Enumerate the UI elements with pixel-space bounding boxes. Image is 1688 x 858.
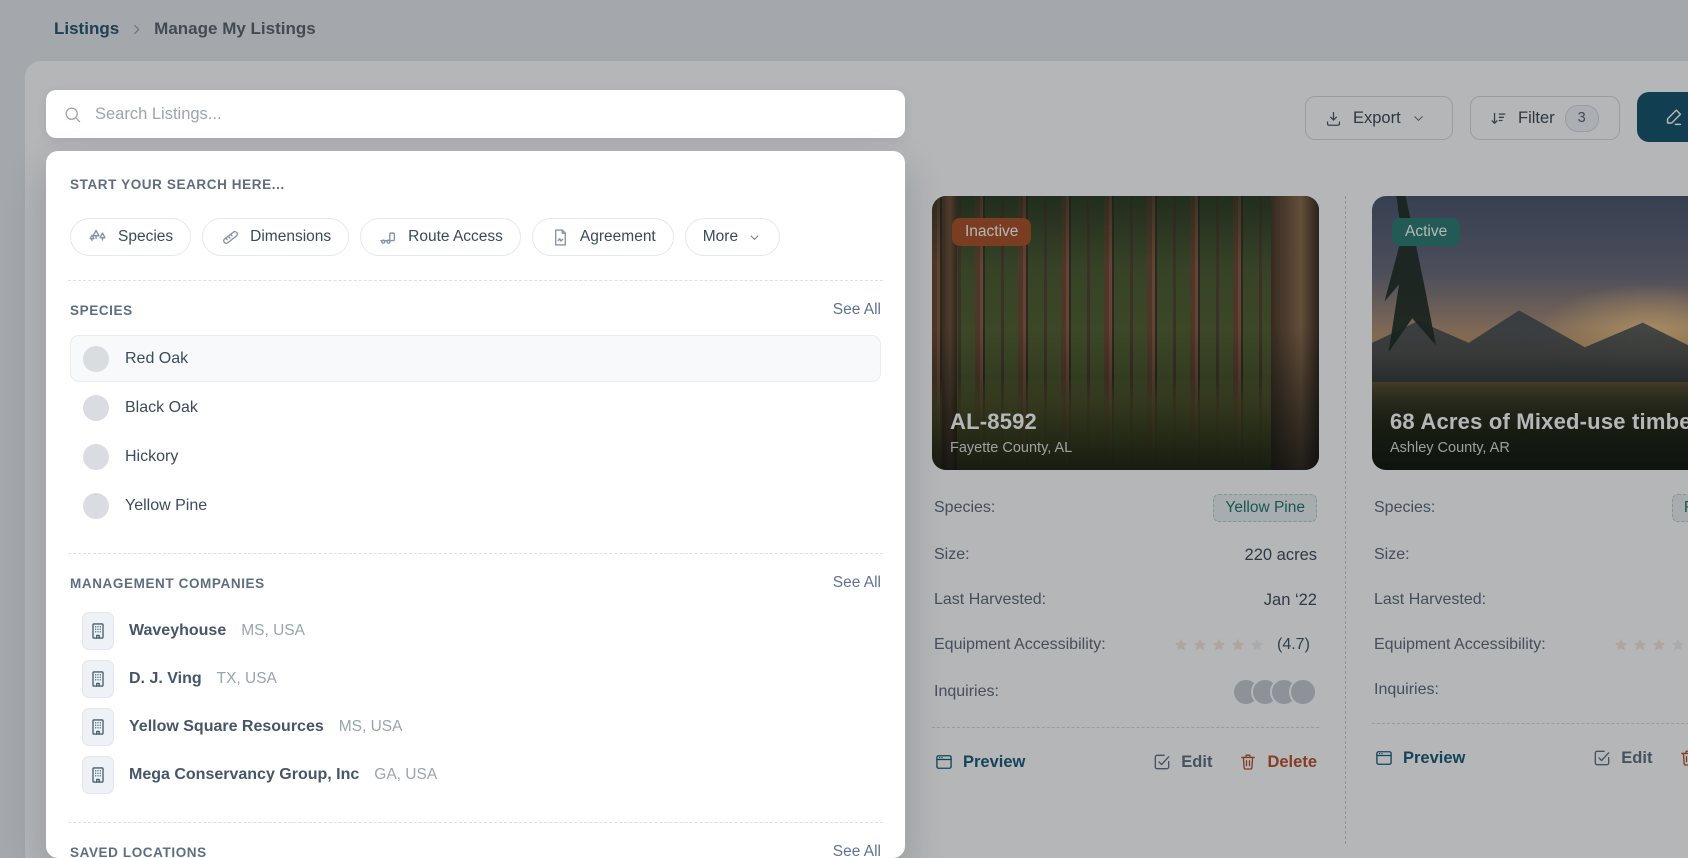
search-bar <box>46 90 905 138</box>
species-label: Yellow Pine <box>125 497 207 515</box>
truck-icon <box>378 227 399 248</box>
filter-chips-row: Species Dimensions Route Access Agreement Mo… <box>70 218 881 256</box>
company-avatar <box>82 612 114 650</box>
ruler-icon <box>220 227 241 248</box>
see-all-link[interactable]: See All <box>833 843 881 858</box>
company-name: Waveyhouse <box>129 622 226 640</box>
chip-label: Agreement <box>580 228 656 246</box>
document-icon <box>550 227 571 248</box>
company-avatar <box>82 660 114 698</box>
company-option[interactable]: D. J. Ving TX, USA <box>70 656 881 702</box>
company-name: D. J. Ving <box>129 670 202 688</box>
section-divider <box>68 822 883 823</box>
company-avatar <box>82 756 114 794</box>
building-icon <box>88 619 108 643</box>
building-icon <box>88 715 108 739</box>
section-title: MANAGEMENT COMPANIES <box>70 576 265 591</box>
section-title: SAVED LOCATIONS <box>70 845 207 858</box>
building-icon <box>88 763 108 787</box>
chip-label: More <box>703 228 738 246</box>
company-name: Yellow Square Resources <box>129 718 324 736</box>
species-avatar <box>83 346 109 372</box>
species-avatar <box>83 493 109 519</box>
chevron-down-icon <box>747 230 762 245</box>
see-all-link[interactable]: See All <box>833 574 881 592</box>
search-chip-species[interactable]: Species <box>70 218 191 256</box>
section-header: SPECIES See All <box>70 301 881 319</box>
chip-label: Dimensions <box>250 228 331 246</box>
trees-icon <box>88 227 109 248</box>
search-input[interactable] <box>93 104 888 125</box>
search-chip-agreement[interactable]: Agreement <box>532 218 674 256</box>
search-dropdown-panel: START YOUR SEARCH HERE... Species Dimensi… <box>46 151 905 858</box>
species-label: Hickory <box>125 448 178 466</box>
species-label: Red Oak <box>125 350 188 368</box>
company-location: GA, USA <box>374 766 437 784</box>
company-location: MS, USA <box>339 718 403 736</box>
search-chip-dimensions[interactable]: Dimensions <box>202 218 349 256</box>
company-avatar <box>82 708 114 746</box>
company-option[interactable]: Yellow Square Resources MS, USA <box>70 704 881 750</box>
section-divider <box>68 280 883 281</box>
section-header: MANAGEMENT COMPANIES See All <box>70 574 881 592</box>
chip-label: Species <box>118 228 173 246</box>
species-option[interactable]: Yellow Pine <box>70 482 881 529</box>
see-all-link[interactable]: See All <box>833 301 881 319</box>
building-icon <box>88 667 108 691</box>
chip-label: Route Access <box>408 228 503 246</box>
search-chip-route-access[interactable]: Route Access <box>360 218 521 256</box>
species-avatar <box>83 444 109 470</box>
search-icon <box>63 105 82 124</box>
species-option[interactable]: Black Oak <box>70 384 881 431</box>
company-option[interactable]: Waveyhouse MS, USA <box>70 608 881 654</box>
company-location: MS, USA <box>241 622 305 640</box>
search-panel-heading: START YOUR SEARCH HERE... <box>70 177 881 192</box>
company-name: Mega Conservancy Group, Inc <box>129 766 359 784</box>
species-option[interactable]: Hickory <box>70 433 881 480</box>
section-divider <box>68 553 883 554</box>
species-label: Black Oak <box>125 399 198 417</box>
company-location: TX, USA <box>217 670 277 688</box>
search-chip-more[interactable]: More <box>685 218 780 256</box>
company-option[interactable]: Mega Conservancy Group, Inc GA, USA <box>70 752 881 798</box>
species-avatar <box>83 395 109 421</box>
section-title: SPECIES <box>70 303 133 318</box>
species-option[interactable]: Red Oak <box>70 335 881 382</box>
section-header: SAVED LOCATIONS See All <box>70 843 881 858</box>
